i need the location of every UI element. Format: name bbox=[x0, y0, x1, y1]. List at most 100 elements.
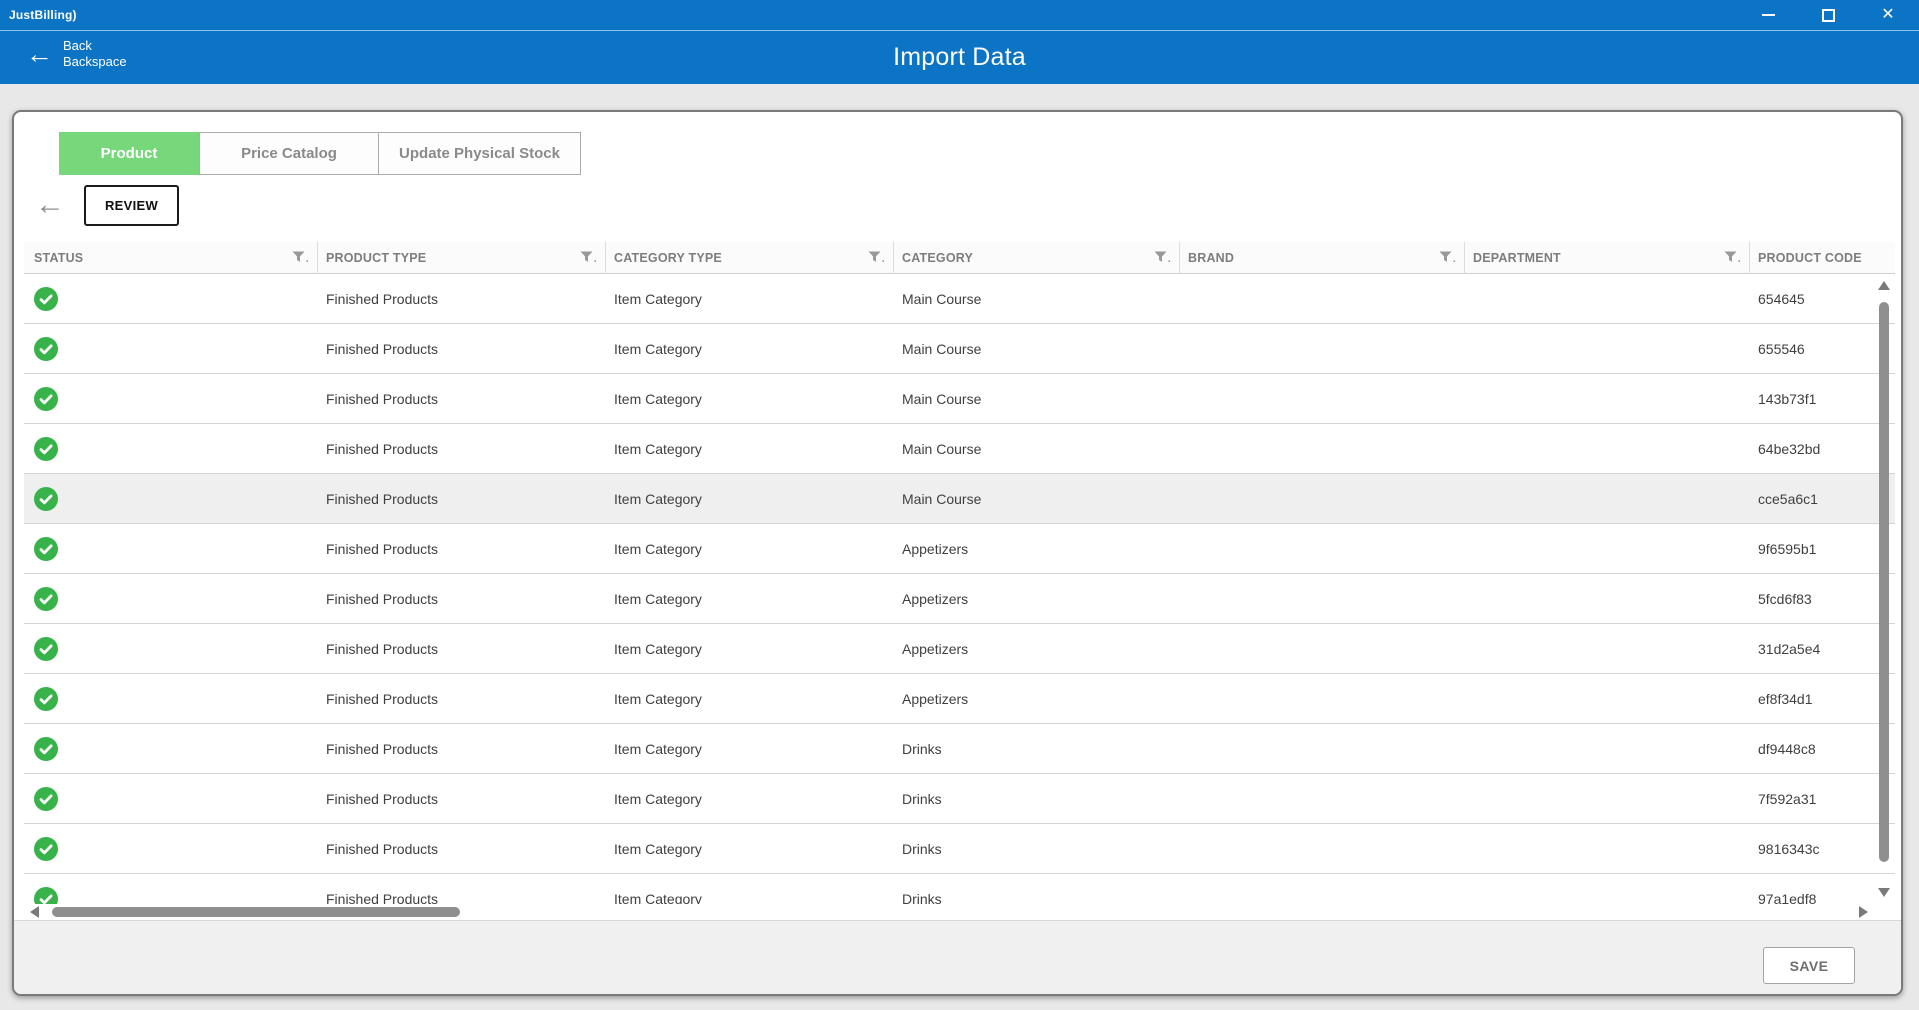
cell-department bbox=[1465, 674, 1750, 723]
table-row[interactable]: Finished ProductsItem CategoryAppetizers… bbox=[24, 624, 1895, 674]
cell-status bbox=[24, 274, 318, 323]
column-header-status[interactable]: STATUS. bbox=[24, 242, 318, 274]
filter-funnel-icon[interactable]: . bbox=[868, 251, 885, 263]
card-footer: SAVE bbox=[14, 920, 1901, 996]
table-row[interactable]: Finished ProductsItem CategoryAppetizers… bbox=[24, 674, 1895, 724]
cell-category: Main Course bbox=[894, 424, 1180, 473]
cell-product_type: Finished Products bbox=[318, 424, 606, 473]
cell-department bbox=[1465, 524, 1750, 573]
cell-status bbox=[24, 574, 318, 623]
save-button[interactable]: SAVE bbox=[1763, 947, 1855, 984]
cell-product_type: Finished Products bbox=[318, 824, 606, 873]
table-row[interactable]: Finished ProductsItem CategoryMain Cours… bbox=[24, 374, 1895, 424]
horizontal-scrollbar[interactable] bbox=[24, 904, 1874, 920]
cell-category_type: Item Category bbox=[606, 724, 894, 773]
cell-product_type: Finished Products bbox=[318, 324, 606, 373]
scroll-left-icon[interactable] bbox=[30, 906, 39, 918]
cell-product_type: Finished Products bbox=[318, 274, 606, 323]
filter-dot: . bbox=[306, 255, 309, 263]
cell-product_type: Finished Products bbox=[318, 724, 606, 773]
cell-status bbox=[24, 824, 318, 873]
vertical-scrollbar-thumb[interactable] bbox=[1879, 302, 1889, 862]
maximize-button[interactable] bbox=[1815, 0, 1841, 30]
back-label-line1: Back bbox=[63, 38, 92, 53]
cell-category_type: Item Category bbox=[606, 874, 894, 904]
status-ok-check-icon bbox=[34, 387, 58, 411]
table-row[interactable]: Finished ProductsItem CategoryAppetizers… bbox=[24, 524, 1895, 574]
column-header-department[interactable]: DEPARTMENT. bbox=[1465, 242, 1750, 274]
cell-product_type: Finished Products bbox=[318, 524, 606, 573]
table-row[interactable]: Finished ProductsItem CategoryMain Cours… bbox=[24, 424, 1895, 474]
close-button[interactable]: ✕ bbox=[1875, 0, 1901, 30]
status-ok-check-icon bbox=[34, 837, 58, 861]
import-grid: STATUS.PRODUCT TYPE.CATEGORY TYPE.CATEGO… bbox=[24, 242, 1895, 904]
cell-brand bbox=[1180, 624, 1465, 673]
grid-header-row: STATUS.PRODUCT TYPE.CATEGORY TYPE.CATEGO… bbox=[24, 242, 1895, 274]
vertical-scrollbar[interactable] bbox=[1874, 274, 1894, 904]
cell-department bbox=[1465, 374, 1750, 423]
column-header-brand[interactable]: BRAND. bbox=[1180, 242, 1465, 274]
tab-price-catalog-label: Price Catalog bbox=[241, 145, 337, 162]
scroll-up-icon[interactable] bbox=[1878, 281, 1890, 290]
cell-department bbox=[1465, 824, 1750, 873]
cell-category_type: Item Category bbox=[606, 474, 894, 523]
cell-product_type: Finished Products bbox=[318, 774, 606, 823]
app-logo: JustBilling) bbox=[0, 8, 77, 22]
table-row[interactable]: Finished ProductsItem CategoryMain Cours… bbox=[24, 474, 1895, 524]
filter-funnel-icon[interactable]: . bbox=[1154, 251, 1171, 263]
tab-price-catalog[interactable]: Price Catalog bbox=[199, 132, 379, 175]
cell-status bbox=[24, 324, 318, 373]
filter-funnel-icon[interactable]: . bbox=[580, 251, 597, 263]
table-row[interactable]: Finished ProductsItem CategoryDrinks7f59… bbox=[24, 774, 1895, 824]
horizontal-scrollbar-thumb[interactable] bbox=[52, 907, 460, 917]
filter-funnel-icon[interactable]: . bbox=[1724, 251, 1741, 263]
cell-category: Appetizers bbox=[894, 624, 1180, 673]
column-header-product_code[interactable]: PRODUCT CODE bbox=[1750, 242, 1895, 274]
back-navigation[interactable]: ← Back Backspace bbox=[26, 38, 127, 70]
cell-department bbox=[1465, 324, 1750, 373]
cell-status bbox=[24, 424, 318, 473]
cell-department bbox=[1465, 624, 1750, 673]
tab-update-physical-stock[interactable]: Update Physical Stock bbox=[378, 132, 581, 175]
filter-funnel-icon[interactable]: . bbox=[292, 251, 309, 263]
cell-brand bbox=[1180, 424, 1465, 473]
column-header-product_type[interactable]: PRODUCT TYPE. bbox=[318, 242, 606, 274]
cell-brand bbox=[1180, 474, 1465, 523]
table-row[interactable]: Finished ProductsItem CategoryDrinks97a1… bbox=[24, 874, 1895, 904]
table-row[interactable]: Finished ProductsItem CategoryMain Cours… bbox=[24, 274, 1895, 324]
back-arrow-icon: ← bbox=[26, 41, 53, 68]
cell-category_type: Item Category bbox=[606, 774, 894, 823]
table-row[interactable]: Finished ProductsItem CategoryMain Cours… bbox=[24, 324, 1895, 374]
column-header-label: BRAND bbox=[1188, 251, 1234, 265]
table-row[interactable]: Finished ProductsItem CategoryAppetizers… bbox=[24, 574, 1895, 624]
cell-department bbox=[1465, 474, 1750, 523]
cell-brand bbox=[1180, 774, 1465, 823]
grid-rows-viewport: Finished ProductsItem CategoryMain Cours… bbox=[24, 274, 1895, 904]
status-ok-check-icon bbox=[34, 287, 58, 311]
filter-funnel-icon[interactable]: . bbox=[1439, 251, 1456, 263]
cell-brand bbox=[1180, 824, 1465, 873]
status-ok-check-icon bbox=[34, 887, 58, 905]
status-ok-check-icon bbox=[34, 737, 58, 761]
cell-category_type: Item Category bbox=[606, 574, 894, 623]
cell-department bbox=[1465, 424, 1750, 473]
cell-brand bbox=[1180, 874, 1465, 904]
tab-product[interactable]: Product bbox=[59, 132, 199, 175]
column-header-label: CATEGORY TYPE bbox=[614, 251, 722, 265]
column-header-label: DEPARTMENT bbox=[1473, 251, 1561, 265]
cell-department bbox=[1465, 574, 1750, 623]
maximize-icon bbox=[1822, 9, 1835, 22]
window-titlebar: JustBilling) ✕ bbox=[0, 0, 1919, 31]
column-header-category_type[interactable]: CATEGORY TYPE. bbox=[606, 242, 894, 274]
column-header-label: STATUS bbox=[34, 251, 83, 265]
scroll-down-icon[interactable] bbox=[1878, 888, 1890, 897]
table-row[interactable]: Finished ProductsItem CategoryDrinksdf94… bbox=[24, 724, 1895, 774]
table-row[interactable]: Finished ProductsItem CategoryDrinks9816… bbox=[24, 824, 1895, 874]
grid-back-arrow-icon[interactable]: ← bbox=[35, 190, 65, 220]
column-header-category[interactable]: CATEGORY. bbox=[894, 242, 1180, 274]
cell-category: Appetizers bbox=[894, 574, 1180, 623]
scroll-right-icon[interactable] bbox=[1859, 906, 1868, 918]
tab-update-physical-stock-label: Update Physical Stock bbox=[399, 145, 560, 162]
minimize-button[interactable] bbox=[1755, 0, 1781, 30]
review-button[interactable]: REVIEW bbox=[84, 185, 179, 226]
